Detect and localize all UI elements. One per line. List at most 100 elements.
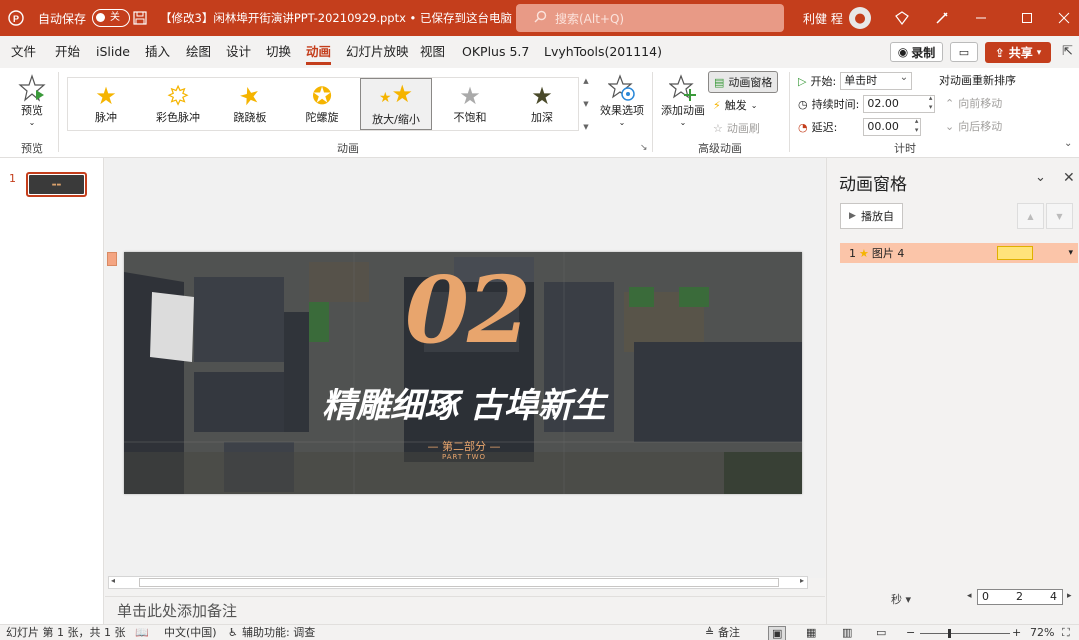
more-icon[interactable]: ▼: [583, 123, 588, 131]
maximize-icon[interactable]: [1021, 0, 1033, 36]
notes-button[interactable]: 备注: [718, 626, 740, 640]
tab-draw[interactable]: 绘图: [186, 36, 211, 68]
share-label: 共享: [1008, 46, 1033, 60]
tab-insert[interactable]: 插入: [145, 36, 170, 68]
add-animation-icon: [669, 74, 696, 101]
normal-view-icon[interactable]: ▣: [768, 626, 787, 640]
effect-spin[interactable]: ✪ 陀螺旋: [286, 78, 358, 130]
delay-spinner[interactable]: 00.00: [863, 117, 922, 136]
move-later-button[interactable]: ⌄ 向后移动: [945, 118, 1002, 134]
zoom-in-icon[interactable]: +: [1012, 626, 1021, 640]
effect-label: 不饱和: [453, 111, 487, 124]
chevron-up-icon[interactable]: ▲: [583, 77, 588, 85]
tab-islide[interactable]: iSlide: [96, 36, 130, 68]
autosave[interactable]: 自动保存 关: [38, 0, 136, 36]
reorder-title: 对动画重新排序: [939, 74, 1016, 87]
move-earlier-button[interactable]: ⌃ 向前移动: [945, 95, 1002, 111]
scroll-right-icon[interactable]: ▸: [800, 576, 804, 585]
play-from-button[interactable]: ▶ 播放自: [840, 203, 903, 229]
autosave-toggle[interactable]: 关: [92, 9, 131, 27]
tab-okplus[interactable]: OKPlus 5.7: [462, 36, 529, 68]
spellcheck-icon[interactable]: 📖: [135, 626, 149, 640]
diamond-icon[interactable]: [895, 0, 909, 36]
animation-list-item[interactable]: 1 ★ 图片 4 ▾: [840, 243, 1078, 263]
timeline-left-icon[interactable]: ◂: [967, 591, 972, 601]
comment-button[interactable]: ▭: [950, 42, 978, 62]
tab-slideshow[interactable]: 幻灯片放映: [346, 36, 409, 68]
horizontal-scrollbar[interactable]: ◂ ▸: [108, 576, 808, 589]
record-icon: ◉: [897, 45, 909, 59]
avatar[interactable]: ●: [849, 7, 871, 29]
trigger-button[interactable]: ⚡ 触发 ⌄: [713, 97, 757, 113]
tab-design[interactable]: 设计: [226, 36, 251, 68]
slide-sorter-icon[interactable]: ▦: [806, 626, 816, 640]
slide-canvas[interactable]: 02 精雕细琢 古埠新生 — 第二部分 — PART TWO: [124, 252, 802, 494]
animation-timeline-bar[interactable]: [997, 246, 1033, 260]
move-down-button[interactable]: ▼: [1046, 203, 1073, 229]
effect-desaturate[interactable]: ★ 不饱和: [434, 78, 506, 130]
pen-icon[interactable]: [935, 0, 949, 36]
move-up-button[interactable]: ▲: [1017, 203, 1044, 229]
tab-file[interactable]: 文件: [11, 36, 36, 68]
animation-marker[interactable]: [107, 252, 117, 266]
notes-placeholder: 单击此处添加备注: [117, 602, 238, 620]
add-animation-button[interactable]: 添加动画 ⌄: [659, 74, 707, 127]
preview-button[interactable]: 预览 ⌄: [14, 74, 50, 127]
timeline-right-icon[interactable]: ▸: [1067, 591, 1072, 601]
dialog-launcher-icon[interactable]: ↘: [640, 143, 648, 153]
delay-label: 延迟:: [811, 121, 838, 134]
document-title: 【修改3】闲林埠开街演讲PPT-20210929.pptx • 已保存到这台电脑: [160, 11, 512, 25]
tab-transitions[interactable]: 切换: [266, 36, 291, 68]
divider: [789, 72, 790, 152]
tab-home[interactable]: 开始: [55, 36, 80, 68]
chevron-down-icon[interactable]: ▾: [1068, 248, 1073, 258]
slideshow-icon[interactable]: ▭: [876, 626, 886, 640]
tab-lvyhtools[interactable]: LvyhTools(201114): [544, 36, 662, 68]
preview-label: 预览: [21, 104, 43, 117]
effect-pulse[interactable]: ★ 脉冲: [70, 78, 142, 130]
minimize-icon[interactable]: [975, 0, 987, 36]
duration-spinner[interactable]: 02.00: [863, 94, 936, 113]
zoom-slider[interactable]: [920, 629, 1010, 638]
record-button[interactable]: ◉ 录制: [890, 42, 943, 62]
animation-pane-button[interactable]: ▤ 动画窗格: [708, 71, 779, 93]
search-box[interactable]: 搜索(Alt+Q): [516, 4, 784, 32]
start-dropdown[interactable]: 单击时: [840, 70, 913, 90]
notes-pane[interactable]: 单击此处添加备注: [105, 596, 825, 624]
slide-thumbnail[interactable]: ▬▬: [26, 172, 87, 197]
tab-view[interactable]: 视图: [420, 36, 445, 68]
gallery-scroll[interactable]: ▲ ▼ ▼: [580, 77, 592, 131]
zoom-level[interactable]: 72%: [1030, 626, 1054, 640]
chevron-down-icon[interactable]: ⌄: [1035, 170, 1046, 185]
collapse-ribbon-icon[interactable]: ⌄: [1064, 138, 1072, 149]
reading-view-icon[interactable]: ▥: [842, 626, 852, 640]
effect-darken[interactable]: ★ 加深: [506, 78, 578, 130]
close-icon[interactable]: [1058, 0, 1070, 36]
zoom-slider-thumb[interactable]: [948, 629, 951, 638]
language[interactable]: 中文(中国): [164, 626, 217, 640]
tab-animations[interactable]: 动画: [306, 36, 332, 68]
delay-row: ◔ 延迟: 00.00: [798, 117, 922, 136]
effect-options-button[interactable]: 效果选项 ⌄: [598, 74, 646, 127]
effect-teeter[interactable]: ★ 跷跷板: [214, 78, 286, 130]
duration-row: ◷ 持续时间: 02.00: [798, 94, 936, 113]
animation-painter-label: 动画刷: [726, 122, 760, 135]
save-icon[interactable]: [133, 0, 147, 36]
svg-text:P: P: [13, 14, 19, 24]
user-name[interactable]: 利健 程: [803, 0, 843, 36]
effect-grow-shrink[interactable]: ★★ 放大/缩小: [360, 78, 432, 130]
zoom-out-icon[interactable]: −: [906, 626, 915, 640]
group-label-timing: 计时: [894, 142, 916, 155]
scroll-left-icon[interactable]: ◂: [111, 576, 115, 585]
animation-painter-button[interactable]: ☆ 动画刷: [713, 120, 760, 136]
preview-star-icon: [18, 74, 46, 102]
timeline-unit[interactable]: 秒 ▾: [891, 591, 911, 607]
share-button[interactable]: ⇪ 共享 ▾: [985, 42, 1051, 63]
effect-color-pulse[interactable]: ✸ 彩色脉冲: [142, 78, 214, 130]
scroll-thumb[interactable]: [139, 578, 779, 587]
timeline-tick: 4: [1050, 590, 1057, 603]
fit-slide-icon[interactable]: ⛶: [1062, 626, 1070, 640]
chevron-down-icon[interactable]: ▼: [583, 100, 588, 108]
close-pane-icon[interactable]: ✕: [1063, 170, 1075, 186]
accessibility-status[interactable]: 辅助功能: 调查: [242, 626, 315, 640]
